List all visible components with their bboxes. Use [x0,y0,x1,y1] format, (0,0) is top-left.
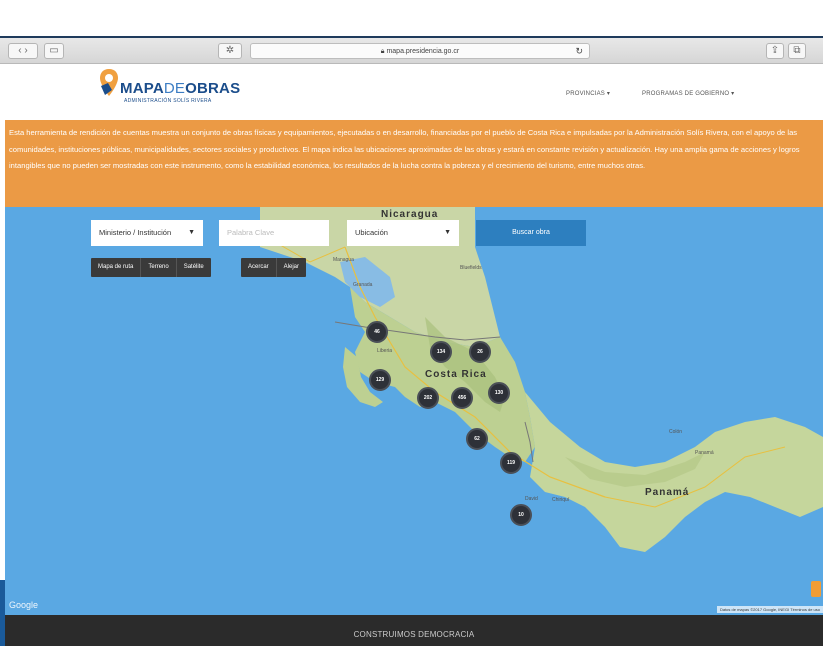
logo-title-part1: MAPA [120,80,164,97]
label-chiriqui: Chiriquí [552,497,570,503]
settings-icon[interactable]: ✲ [218,43,242,59]
map-type-terrain-button[interactable]: Terreno [141,258,177,277]
info-banner: Esta herramienta de rendición de cuentas… [5,120,823,207]
url-text: mapa.presidencia.go.cr [386,48,460,55]
label-managua: Managua [333,257,354,263]
label-bluefields: Bluefields [460,265,482,271]
tabs-icon[interactable]: ⧉ [788,43,806,59]
top-margin [0,0,823,38]
map-area[interactable]: Nicaragua Costa Rica Panamá Managua Blue… [5,207,823,615]
chevron-left-icon[interactable]: ‹ [18,45,21,56]
url-bar[interactable]: 🔒︎ mapa.presidencia.go.cr ↻ [250,43,590,59]
map-type-controls: Mapa de ruta Terreno Satélite [91,258,211,277]
logo-title-part3: OBRAS [185,80,241,97]
browser-toolbar: ‹ › ▭ ✲ 🔒︎ mapa.presidencia.go.cr ↻ ⇪ ⧉ [0,38,823,64]
cluster-marker[interactable]: 456 [451,387,473,409]
map-zoom-controls: Acercar Alejar [241,258,307,277]
back-forward-buttons[interactable]: ‹ › [8,43,38,59]
nav-programas-de-gobierno[interactable]: PROGRAMAS DE GOBIERNO ▾ [642,90,734,97]
label-panama: Panamá [645,487,690,498]
label-colon: Colón [669,429,683,435]
cluster-marker[interactable]: 202 [417,387,439,409]
site-logo-subtitle: ADMINISTRACIÓN SOLÍS RIVERA [124,98,212,104]
location-select[interactable]: Ubicación ▼ [347,220,459,246]
share-icon[interactable]: ⇪ [766,43,784,59]
cluster-marker[interactable]: 130 [488,382,510,404]
zoom-out-button[interactable]: Alejar [277,258,306,277]
location-select-label: Ubicación [355,228,388,237]
chevron-down-icon: ▼ [444,229,451,236]
cluster-marker[interactable]: 119 [500,452,522,474]
cluster-marker[interactable]: 62 [466,428,488,450]
logo-title-part2: DE [163,80,186,97]
lock-icon: 🔒︎ [380,48,385,55]
cluster-marker[interactable]: 46 [366,321,388,343]
site-footer: CONSTRUIMOS DEMOCRACIA [5,615,823,646]
site-logo-title[interactable]: MAPADEOBRAS [120,80,240,97]
label-david: David [525,496,538,502]
google-logo[interactable]: Google [9,600,38,610]
map-pin-logo-icon [100,69,118,96]
sidebar-icon[interactable]: ▭ [44,43,64,59]
label-nicaragua: Nicaragua [381,209,439,220]
label-granada: Granada [353,282,373,288]
institution-select[interactable]: Ministerio / Institución ▼ [91,220,203,246]
cluster-marker[interactable]: 134 [430,341,452,363]
search-button[interactable]: Buscar obra [476,220,586,246]
cluster-marker[interactable]: 129 [369,369,391,391]
chevron-down-icon: ▼ [188,229,195,236]
map-type-roadmap-button[interactable]: Mapa de ruta [91,258,142,277]
keyword-input[interactable]: Palabra Clave [219,220,329,246]
institution-select-label: Ministerio / Institución [99,228,172,237]
cluster-marker[interactable]: 26 [469,341,491,363]
cluster-marker[interactable]: 10 [510,504,532,526]
label-liberia: Liberia [377,348,393,354]
reload-icon[interactable]: ↻ [575,44,583,59]
label-costa-rica: Costa Rica [425,369,487,380]
chevron-right-icon[interactable]: › [24,45,27,56]
nav-provincias[interactable]: PROVINCIAS ▾ [566,90,610,97]
street-view-pegman-icon[interactable] [811,581,821,597]
zoom-in-button[interactable]: Acercar [241,258,277,277]
map-type-satellite-button[interactable]: Satélite [177,258,211,277]
label-panama-city: Panamá [695,450,714,456]
map-attribution[interactable]: Datos de mapas ©2017 Google, INEGI Térmi… [716,606,823,613]
